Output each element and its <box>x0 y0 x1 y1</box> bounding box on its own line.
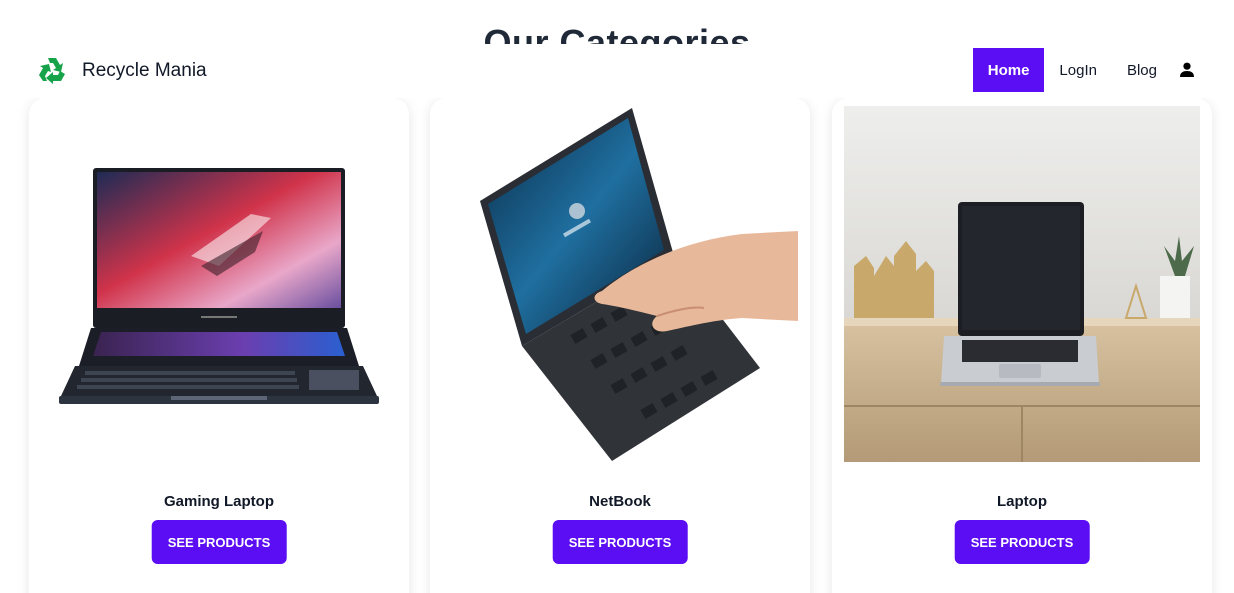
laptop-on-desk-image <box>844 106 1200 462</box>
nav-blog[interactable]: Blog <box>1112 48 1172 92</box>
nav-links: Home LogIn Blog <box>972 48 1198 92</box>
navbar: Recycle Mania Home LogIn Blog <box>0 44 1234 98</box>
see-products-button[interactable]: SEE PRODUCTS <box>954 520 1090 564</box>
see-products-button[interactable]: SEE PRODUCTS <box>151 520 287 564</box>
card-title: Laptop <box>997 493 1047 510</box>
category-card-netbook: NetBook SEE PRODUCTS <box>430 98 810 593</box>
category-card-laptop: Laptop SEE PRODUCTS <box>832 98 1212 593</box>
recycle-icon <box>39 58 65 84</box>
nav-home[interactable]: Home <box>972 48 1045 92</box>
card-title: Gaming Laptop <box>164 493 274 510</box>
see-products-button[interactable]: SEE PRODUCTS <box>552 520 688 564</box>
nav-login[interactable]: LogIn <box>1044 48 1112 92</box>
user-icon[interactable] <box>1176 59 1198 81</box>
category-card-gaming-laptop: Gaming Laptop SEE PRODUCTS <box>29 98 409 593</box>
brand-name: Recycle Mania <box>82 60 207 81</box>
gaming-laptop-image <box>41 106 397 462</box>
brand[interactable]: Recycle Mania <box>36 55 207 87</box>
netbook-image <box>442 106 798 462</box>
user-glyph-icon <box>1180 62 1194 77</box>
card-title: NetBook <box>589 493 651 510</box>
